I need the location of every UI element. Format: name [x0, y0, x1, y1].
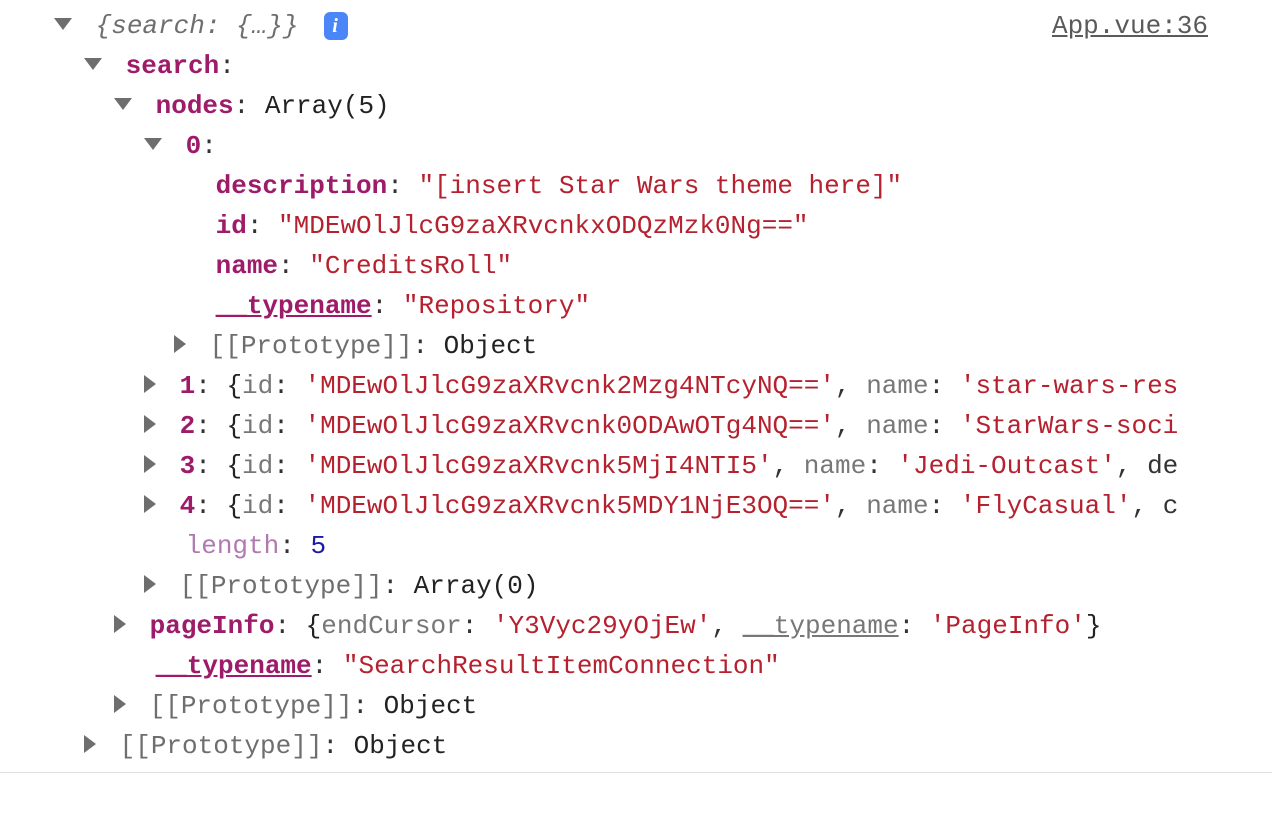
prototype-row[interactable]: [[Prototype]]: Array(0) [0, 566, 1272, 606]
key-id: id [242, 411, 273, 441]
val-typename: 'PageInfo' [930, 611, 1086, 641]
source-link[interactable]: App.vue:36 [1052, 6, 1208, 46]
disclosure-icon[interactable] [174, 335, 186, 353]
key-name: name [866, 491, 928, 521]
nodes-preview: Array(5) [265, 91, 390, 121]
key-typename: __typename [743, 611, 899, 641]
key-prototype: [[Prototype]] [210, 331, 413, 361]
array-item-row[interactable]: 3: {id: 'MDEwOlJlcG9zaXRvcnk5MjI4NTI5', … [0, 446, 1272, 486]
key-prototype: [[Prototype]] [150, 691, 353, 721]
key-name: name [866, 411, 928, 441]
property-row[interactable]: description: "[insert Star Wars theme he… [0, 166, 1272, 206]
val-prototype: Array(0) [414, 571, 539, 601]
property-row[interactable]: __typename: "SearchResultItemConnection" [0, 646, 1272, 686]
info-icon[interactable]: i [324, 12, 348, 40]
search-row[interactable]: search: [0, 46, 1272, 86]
length-row[interactable]: length: 5 [0, 526, 1272, 566]
key-nodes: nodes [156, 91, 234, 121]
disclosure-icon[interactable] [144, 375, 156, 393]
prototype-row[interactable]: [[Prototype]]: Object [0, 326, 1272, 366]
array-item-row[interactable]: 1: {id: 'MDEwOlJlcG9zaXRvcnk2Mzg4NTcyNQ=… [0, 366, 1272, 406]
nodes-row[interactable]: nodes: Array(5) [0, 86, 1272, 126]
key-id: id [242, 371, 273, 401]
val-name: 'FlyCasual' [960, 491, 1132, 521]
prototype-row[interactable]: [[Prototype]]: Object [0, 686, 1272, 726]
val-typename: "Repository" [403, 291, 590, 321]
array-item-row[interactable]: 0: [0, 126, 1272, 166]
val-endcursor: 'Y3Vyc29yOjEw' [493, 611, 711, 641]
val-prototype: Object [444, 331, 538, 361]
property-row[interactable]: name: "CreditsRoll" [0, 246, 1272, 286]
key-length: length [186, 531, 280, 561]
console-log-entry: App.vue:36 {search: {…}} i search: nodes… [0, 0, 1272, 773]
disclosure-icon[interactable] [114, 98, 132, 110]
val-id: 'MDEwOlJlcG9zaXRvcnk5MjI4NTI5' [304, 451, 772, 481]
key-search: search [126, 51, 220, 81]
val-description: "[insert Star Wars theme here]" [418, 171, 902, 201]
val-id: 'MDEwOlJlcG9zaXRvcnk5MDY1NjE3OQ==' [304, 491, 835, 521]
disclosure-icon[interactable] [144, 455, 156, 473]
key-typename: __typename [216, 291, 372, 321]
val-id: 'MDEwOlJlcG9zaXRvcnk2Mzg4NTcyNQ==' [304, 371, 835, 401]
disclosure-icon[interactable] [114, 615, 126, 633]
pageinfo-row[interactable]: pageInfo: {endCursor: 'Y3Vyc29yOjEw', __… [0, 606, 1272, 646]
property-row[interactable]: __typename: "Repository" [0, 286, 1272, 326]
array-item-row[interactable]: 4: {id: 'MDEwOlJlcG9zaXRvcnk5MDY1NjE3OQ=… [0, 486, 1272, 526]
key-prototype: [[Prototype]] [180, 571, 383, 601]
prototype-row[interactable]: [[Prototype]]: Object [0, 726, 1272, 766]
key-index: 0 [186, 131, 202, 161]
disclosure-icon[interactable] [54, 18, 72, 30]
val-name: 'StarWars-soci [960, 411, 1178, 441]
disclosure-icon[interactable] [144, 575, 156, 593]
key-index: 3 [180, 451, 196, 481]
key-endcursor: endCursor [321, 611, 461, 641]
key-id: id [242, 491, 273, 521]
key-prototype: [[Prototype]] [120, 731, 323, 761]
array-item-row[interactable]: 2: {id: 'MDEwOlJlcG9zaXRvcnk0ODAwOTg4NQ=… [0, 406, 1272, 446]
overflow-text: , de [1116, 451, 1178, 481]
key-name: name [216, 251, 278, 281]
key-name: name [866, 371, 928, 401]
val-prototype: Object [354, 731, 448, 761]
val-name: 'Jedi-Outcast' [897, 451, 1115, 481]
key-typename: __typename [156, 651, 312, 681]
key-index: 4 [180, 491, 196, 521]
disclosure-icon[interactable] [114, 695, 126, 713]
key-name: name [804, 451, 866, 481]
key-id: id [242, 451, 273, 481]
val-name: 'star-wars-res [960, 371, 1178, 401]
val-name: "CreditsRoll" [309, 251, 512, 281]
val-id: 'MDEwOlJlcG9zaXRvcnk0ODAwOTg4NQ==' [304, 411, 835, 441]
key-id: id [216, 211, 247, 241]
root-preview: {search: {…}} [96, 11, 299, 41]
disclosure-icon[interactable] [84, 58, 102, 70]
val-prototype: Object [384, 691, 478, 721]
key-index: 1 [180, 371, 196, 401]
disclosure-icon[interactable] [144, 415, 156, 433]
val-typename: "SearchResultItemConnection" [343, 651, 780, 681]
overflow-text: , c [1131, 491, 1178, 521]
key-index: 2 [180, 411, 196, 441]
key-description: description [216, 171, 388, 201]
property-row[interactable]: id: "MDEwOlJlcG9zaXRvcnkxODQzMzk0Ng==" [0, 206, 1272, 246]
key-pageinfo: pageInfo [150, 611, 275, 641]
val-length: 5 [310, 531, 326, 561]
disclosure-icon[interactable] [84, 735, 96, 753]
disclosure-icon[interactable] [144, 138, 162, 150]
disclosure-icon[interactable] [144, 495, 156, 513]
val-id: "MDEwOlJlcG9zaXRvcnkxODQzMzk0Ng==" [278, 211, 809, 241]
